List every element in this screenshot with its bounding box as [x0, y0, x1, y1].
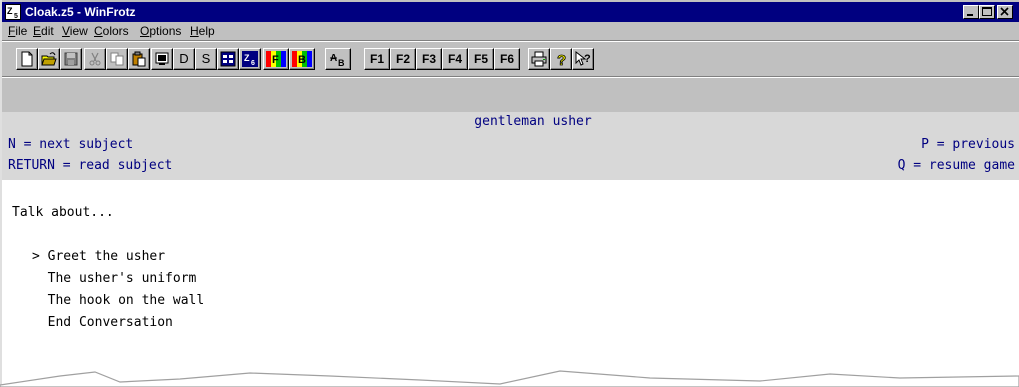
background-color-button[interactable]: B: [289, 48, 315, 70]
paste-button[interactable]: [128, 48, 150, 70]
menu-colors-label: olors: [102, 24, 129, 38]
f2-label: F2: [395, 52, 410, 66]
window-title: Cloak.z5 - WinFrotz: [25, 5, 136, 19]
printer-icon: [531, 51, 547, 67]
monitor-icon: [155, 52, 169, 65]
menu-file[interactable]: File: [8, 22, 27, 40]
menu-bar: File Edit View Colors Options Help: [2, 22, 1019, 40]
f4-button[interactable]: F4: [442, 48, 468, 70]
menu-help-accel: H: [190, 24, 199, 38]
menu-options-label: ptions: [149, 24, 182, 38]
context-help-button[interactable]: ?: [572, 48, 594, 70]
svg-text:5: 5: [14, 13, 18, 19]
open-button[interactable]: [38, 48, 60, 70]
help-pointer-icon: ?: [575, 51, 591, 66]
status-read-hint: RETURN = read subject: [8, 158, 173, 173]
new-document-icon: [21, 51, 33, 67]
f3-button[interactable]: F3: [416, 48, 442, 70]
svg-text:B: B: [298, 54, 306, 66]
screen-button[interactable]: [151, 48, 173, 70]
f2-button[interactable]: F2: [390, 48, 416, 70]
scissors-icon: [89, 52, 101, 66]
menu-help-label: elp: [198, 24, 215, 38]
f5-label: F5: [473, 52, 488, 66]
cut-button[interactable]: [84, 48, 106, 70]
f1-button[interactable]: F1: [364, 48, 390, 70]
z6-button[interactable]: Z6: [239, 48, 261, 70]
print-button[interactable]: [528, 48, 550, 70]
z6-icon: Z6: [242, 51, 258, 67]
close-button[interactable]: [997, 5, 1013, 19]
status-window-button[interactable]: [217, 48, 239, 70]
svg-text:?: ?: [557, 52, 566, 67]
d-button[interactable]: D: [173, 48, 195, 70]
f3-label: F3: [421, 52, 436, 66]
topic-option[interactable]: The hook on the wall: [32, 290, 205, 312]
menu-help[interactable]: Help: [190, 22, 215, 40]
new-button[interactable]: [16, 48, 38, 70]
topic-option[interactable]: The usher's uniform: [32, 268, 197, 290]
question-mark-icon: ?: [557, 52, 567, 67]
copy-button[interactable]: [106, 48, 128, 70]
save-button[interactable]: [60, 48, 82, 70]
status-previous-hint: P = previous: [921, 137, 1015, 152]
menu-file-label: ile: [15, 24, 28, 38]
status-next-hint: N = next subject: [8, 137, 134, 152]
clipboard-icon: [132, 51, 146, 67]
about-button[interactable]: ?: [550, 48, 572, 70]
s-button[interactable]: S: [195, 48, 217, 70]
foreground-color-button[interactable]: F: [263, 48, 289, 70]
menu-edit[interactable]: Edit: [33, 22, 54, 40]
toolbar-separator: [2, 76, 1019, 78]
d-button-label: D: [179, 51, 189, 66]
svg-text:F: F: [272, 54, 279, 66]
status-window: gentleman usher N = next subject RETURN …: [2, 112, 1019, 180]
window-grid-icon: [220, 51, 236, 67]
font-icon: AB: [330, 53, 345, 67]
f1-label: F1: [369, 52, 384, 66]
f5-button[interactable]: F5: [468, 48, 494, 70]
menu-colors[interactable]: Colors: [94, 22, 129, 40]
menu-options-accel: O: [140, 24, 150, 38]
status-resume-hint: Q = resume game: [897, 158, 1015, 173]
menu-edit-accel: E: [33, 24, 42, 38]
floppy-disk-icon: [64, 52, 78, 66]
s-button-label: S: [201, 51, 211, 66]
menu-edit-label: dit: [41, 24, 54, 38]
title-bar[interactable]: Z 5 Cloak.z5 - WinFrotz: [2, 2, 1019, 22]
svg-text:?: ?: [584, 53, 591, 65]
minimize-button[interactable]: [963, 5, 979, 19]
maximize-button[interactable]: [979, 5, 995, 19]
story-window[interactable]: Talk about... > Greet the usher The ushe…: [2, 180, 1019, 387]
open-folder-icon: [41, 52, 57, 66]
f6-label: F6: [499, 52, 514, 66]
topic-option[interactable]: > Greet the usher: [32, 246, 165, 268]
menu-view-accel: V: [62, 24, 70, 38]
f4-label: F4: [447, 52, 462, 66]
toolbar: D S Z6 F B AB: [2, 42, 1019, 76]
menu-colors-accel: C: [94, 24, 103, 38]
svg-text:Z: Z: [244, 53, 250, 63]
font-button[interactable]: AB: [325, 48, 351, 70]
svg-text:B: B: [338, 58, 345, 67]
menu-view[interactable]: View: [62, 22, 88, 40]
svg-text:6: 6: [251, 60, 255, 67]
copy-icon: [110, 52, 124, 66]
background-color-icon: B: [292, 51, 312, 67]
talk-prompt: Talk about...: [12, 205, 114, 220]
torn-edge-decoration: [0, 370, 1019, 387]
menu-view-label: iew: [69, 24, 88, 38]
svg-text:Z: Z: [7, 6, 13, 16]
foreground-color-icon: F: [266, 51, 286, 67]
app-window: Z 5 Cloak.z5 - WinFrotz File Edit View C…: [0, 0, 1019, 387]
topic-option[interactable]: End Conversation: [32, 312, 173, 334]
f6-button[interactable]: F6: [494, 48, 520, 70]
winfrotz-app-icon[interactable]: Z 5: [5, 4, 21, 20]
menu-options[interactable]: Options: [140, 22, 181, 40]
status-title: gentleman usher: [474, 114, 592, 129]
